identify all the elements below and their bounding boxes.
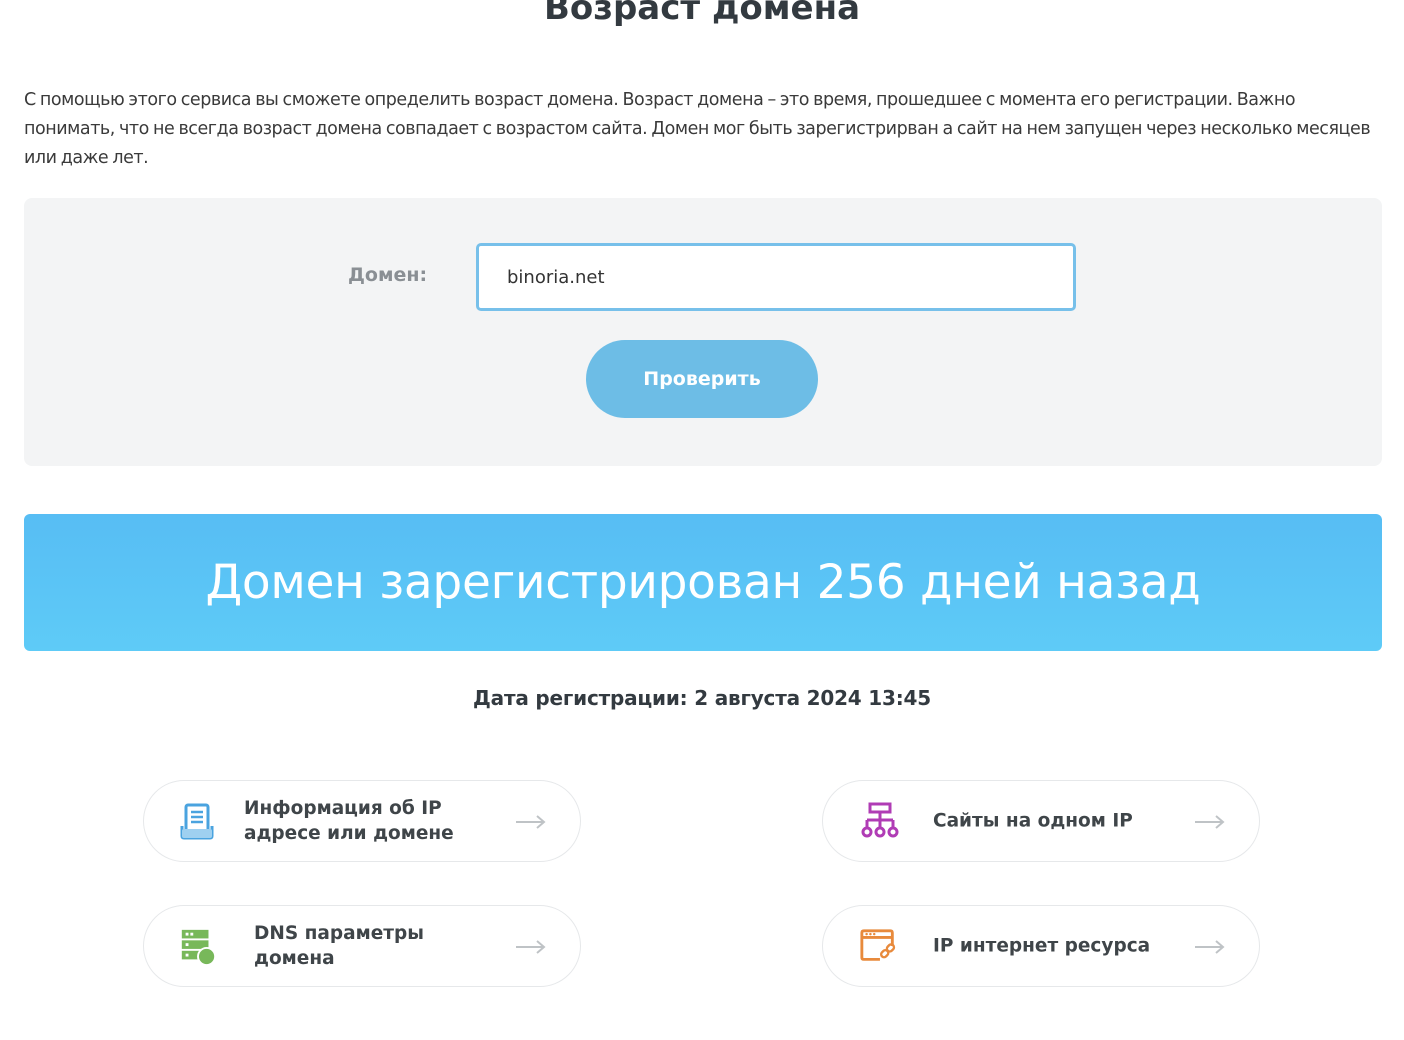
page: Возраст домена С помощью этого сервиса в… <box>0 0 1404 1040</box>
ip-info-link[interactable]: Информация об IP адресе или домене <box>143 780 581 862</box>
ip-resource-label: IP интернет ресурса <box>933 935 1151 957</box>
sites-on-ip-link[interactable]: Сайты на одном IP <box>822 780 1260 862</box>
page-title: Возраст домена <box>543 0 861 28</box>
arrow-right-icon <box>516 940 546 954</box>
result-banner: Домен зарегистрирован 256 дней назад <box>24 514 1382 651</box>
domain-input[interactable] <box>476 243 1076 311</box>
check-button[interactable]: Проверить <box>586 340 818 418</box>
domain-label: Домен: <box>348 264 428 286</box>
browser-link-icon <box>860 929 896 961</box>
dns-params-label: DNS параметры домена <box>254 923 424 969</box>
domain-form-panel: Домен: Проверить <box>24 198 1382 466</box>
arrow-right-icon <box>1195 815 1225 829</box>
server-dns-icon <box>181 929 217 967</box>
ip-info-label: Информация об IP адресе или домене <box>244 798 454 844</box>
document-stack-icon <box>180 803 214 840</box>
result-text: Домен зарегистрирован 256 дней назад <box>205 555 1201 610</box>
intro-text: С помощью этого сервиса вы сможете опред… <box>24 90 1371 168</box>
arrow-right-icon <box>516 815 546 829</box>
arrow-right-icon <box>1195 940 1225 954</box>
registration-date: Дата регистрации: 2 августа 2024 13:45 <box>473 686 931 710</box>
ip-resource-link[interactable]: IP интернет ресурса <box>822 905 1260 987</box>
sites-on-ip-label: Сайты на одном IP <box>933 810 1133 832</box>
dns-params-link[interactable]: DNS параметры домена <box>143 905 581 987</box>
network-tree-icon <box>861 802 899 838</box>
